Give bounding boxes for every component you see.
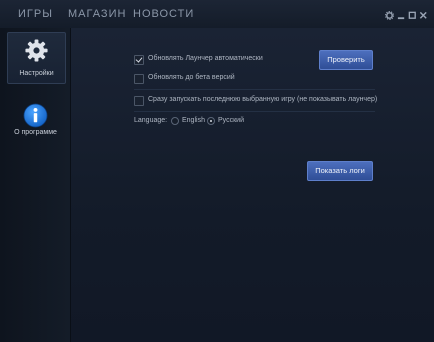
launch-last-game-checkbox[interactable] — [134, 96, 144, 106]
window-controls — [384, 7, 431, 21]
gear-icon — [24, 38, 49, 63]
show-logs-button[interactable]: Показать логи — [307, 161, 373, 181]
maximize-icon[interactable] — [408, 7, 417, 19]
language-english-label[interactable]: English — [182, 117, 205, 124]
language-english-radio[interactable] — [171, 117, 179, 125]
info-icon — [23, 103, 48, 128]
beta-checkbox[interactable] — [134, 74, 144, 84]
auto-update-checkbox[interactable] — [134, 55, 144, 65]
language-russian-radio[interactable] — [207, 117, 215, 125]
sidebar-item-about[interactable]: О программе — [7, 98, 64, 148]
sidebar-item-label: Настройки — [19, 70, 54, 77]
divider — [134, 111, 375, 112]
sidebar-item-settings[interactable]: Настройки — [7, 32, 66, 84]
top-bar: ИГРЫ МАГАЗИН НОВОСТИ — [0, 0, 434, 29]
minimize-icon[interactable] — [397, 7, 406, 20]
launch-last-game-label: Сразу запускать последнюю выбранную игру… — [148, 96, 378, 103]
nav-store[interactable]: МАГАЗИН — [68, 8, 126, 20]
nav-news[interactable]: НОВОСТИ — [133, 8, 194, 20]
settings-panel: Обновлять Лаунчер автоматически Проверит… — [71, 28, 434, 342]
divider — [134, 89, 375, 90]
sidebar-item-label: О программе — [14, 129, 57, 136]
language-russian-label[interactable]: Русский — [218, 117, 244, 124]
close-icon[interactable] — [419, 7, 428, 19]
language-label: Language: — [134, 117, 168, 124]
settings-icon[interactable] — [384, 7, 395, 21]
sidebar: Настройки О программе — [0, 28, 71, 342]
beta-label: Обновлять до бета версий — [148, 74, 235, 81]
check-updates-button[interactable]: Проверить — [319, 50, 373, 70]
nav-games[interactable]: ИГРЫ — [18, 8, 53, 20]
auto-update-label: Обновлять Лаунчер автоматически — [148, 55, 263, 62]
